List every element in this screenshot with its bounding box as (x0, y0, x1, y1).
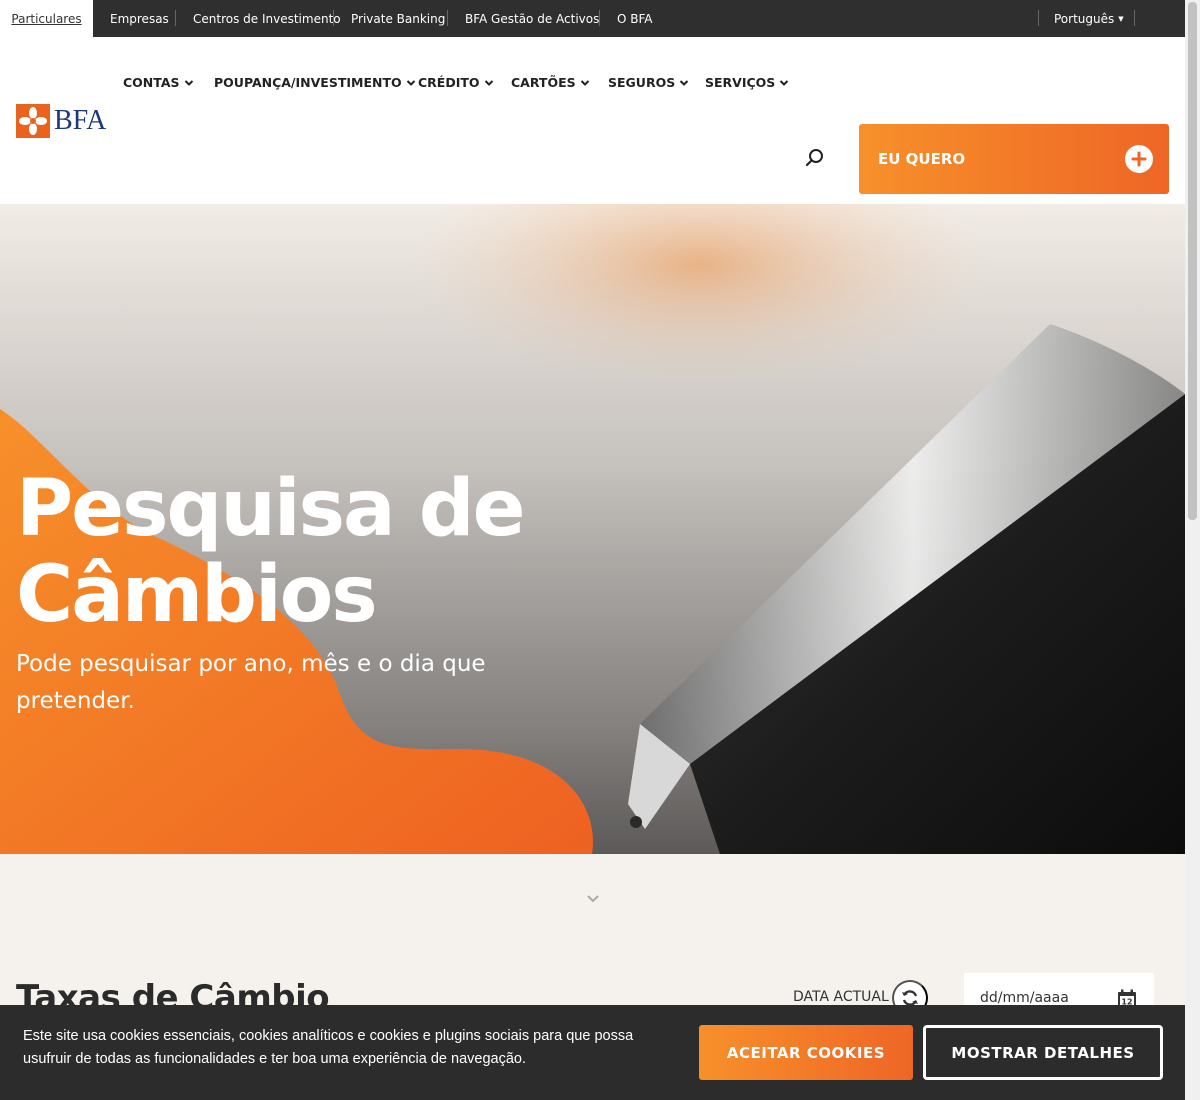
nav-item-label: POUPANÇA/INVESTIMENTO (214, 75, 402, 90)
language-label: Português (1054, 11, 1115, 26)
hero-title: Pesquisa de Câmbios (16, 464, 526, 640)
nav-item-label: SERVIÇOS (705, 75, 776, 90)
logo-wordmark: BFA (54, 105, 107, 136)
tab-centros-de-investimento[interactable]: Centros de Investimento (193, 0, 341, 37)
current-date-label[interactable]: DATA ACTUAL (793, 989, 889, 1005)
chevron-down-icon (406, 79, 415, 86)
show-details-button[interactable]: MOSTRAR DETALHES (923, 1025, 1163, 1080)
tab-o-bfa[interactable]: O BFA (617, 0, 653, 37)
nav-item-contas[interactable]: CONTAS (123, 75, 194, 90)
tab-bfa-gestao-de-activos[interactable]: BFA Gestão de Activos (465, 0, 599, 37)
chevron-down-icon (680, 79, 689, 86)
cookie-message: Este site usa cookies essenciais, cookie… (23, 1028, 634, 1067)
nav-item-label: SEGUROS (608, 75, 676, 90)
cookie-banner: Este site usa cookies essenciais, cookie… (0, 1005, 1185, 1100)
accept-cookies-button[interactable]: ACEITAR COOKIES (699, 1025, 913, 1080)
divider (1038, 10, 1039, 26)
tab-private-banking[interactable]: Private Banking (351, 0, 445, 37)
nav-item-seguros[interactable]: SEGUROS (608, 75, 689, 90)
main-header: BFA CONTAS POUPANÇA/INVESTIMENTO CRÉDITO… (0, 37, 1185, 204)
chevron-down-icon (184, 79, 193, 86)
scrollbar[interactable] (1185, 0, 1200, 1100)
page: Particulares Empresas Centros de Investi… (0, 0, 1200, 1100)
nav-item-label: CONTAS (123, 75, 180, 90)
hero-banner: Pesquisa de Câmbios Pode pesquisar por a… (0, 204, 1185, 854)
nav-item-cartoes[interactable]: CARTÕES (511, 75, 590, 90)
divider (1134, 10, 1135, 26)
divider (333, 10, 334, 26)
divider (175, 10, 176, 26)
nav-item-label: CARTÕES (511, 75, 576, 90)
scroll-down-chevron-icon[interactable] (585, 893, 601, 905)
chevron-down-icon (580, 79, 589, 86)
bfa-flower-icon (16, 104, 50, 138)
chevron-down-icon (484, 79, 493, 86)
caret-down-icon: ▼ (1118, 14, 1124, 23)
scrollbar-thumb[interactable] (1188, 2, 1197, 520)
divider (447, 10, 448, 26)
divider (599, 10, 600, 26)
search-icon[interactable] (804, 147, 826, 169)
hero-title-line1: Pesquisa de (16, 464, 526, 554)
eu-quero-button[interactable]: EU QUERO (859, 124, 1169, 194)
nav-item-label: CRÉDITO (418, 75, 480, 90)
language-selector[interactable]: Português ▼ (1054, 0, 1124, 37)
hero-title-line2: Câmbios (16, 550, 378, 640)
tab-particulares[interactable]: Particulares (0, 0, 93, 37)
nav-item-poupanca-investimento[interactable]: POUPANÇA/INVESTIMENTO (214, 75, 416, 90)
bfa-logo[interactable]: BFA (16, 104, 106, 138)
segment-bar: Particulares Empresas Centros de Investi… (0, 0, 1185, 37)
chevron-down-icon (780, 79, 789, 86)
hero-subtitle: Pode pesquisar por ano, mês e o dia que … (16, 651, 486, 714)
tab-empresas[interactable]: Empresas (110, 0, 169, 37)
nav-item-servicos[interactable]: SERVIÇOS (705, 75, 789, 90)
plus-icon (1125, 145, 1153, 173)
eu-quero-label: EU QUERO (878, 150, 966, 168)
nav-item-credito[interactable]: CRÉDITO (418, 75, 494, 90)
